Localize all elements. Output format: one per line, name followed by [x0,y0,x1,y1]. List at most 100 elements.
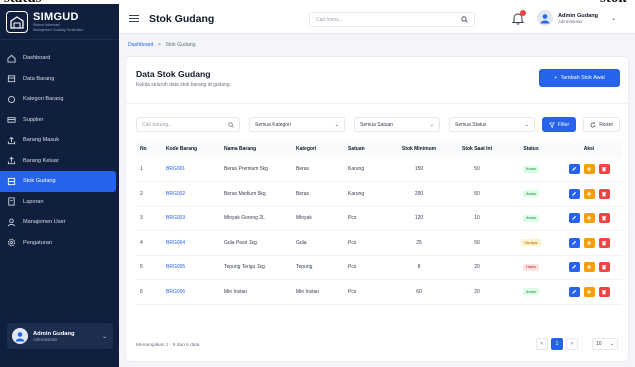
sidebar-item-dashboard[interactable]: Dashboard [0,48,116,69]
sidebar-item-laporan[interactable]: Laporan [0,192,116,213]
sidebar-user-role: Administrator [33,336,58,342]
sidebar-item-kategori-barang[interactable]: Kategori Barang [0,89,116,110]
column-header-kode[interactable]: Kode Barang [162,141,220,157]
adjust-stock-button[interactable] [583,188,595,199]
next-page-button[interactable]: > [566,338,578,350]
box-icon [7,75,16,83]
sidebar-item-pengaturan[interactable]: Pengaturan [0,233,116,254]
column-header-kategori[interactable]: Kategori [292,141,344,157]
sidebar-item-barang-masuk[interactable]: Barang Masuk [0,130,116,151]
cell-stok-saat-ini: 50 [474,239,480,246]
item-search-input[interactable]: Cari barang... [136,117,240,132]
trash-icon [601,265,607,270]
delete-button[interactable] [598,213,610,224]
cell-satuan: Pcs [348,215,357,222]
sidebar-item-label: Dashboard [23,55,51,62]
page-1-button[interactable]: 1 [551,338,563,350]
sidebar-item-stok-gudang[interactable]: Stok Gudang [0,171,116,192]
cell-stok-minimum: 8 [417,264,421,271]
pencil-icon [572,265,577,270]
chevron-down-icon[interactable]: ⌄ [102,333,107,340]
plus-icon [586,240,592,245]
cell-kode-link[interactable]: BRG002 [162,182,220,207]
pagination-info: Menampilkan 1 - 6 dari 6 data [136,343,200,348]
cell-stok-saat-ini: 20 [474,264,480,271]
sidebar-item-barang-keluar[interactable]: Barang Keluar [0,151,116,172]
cell-stok-minimum: 120 [414,215,424,222]
column-header-nama[interactable]: Nama Barang [220,141,292,157]
edit-button[interactable] [568,164,580,174]
edit-button[interactable] [568,213,580,224]
status-select-value: Semua Status [455,121,487,128]
cell-kode-link[interactable]: BRG001 [162,157,220,182]
edit-button[interactable] [568,286,580,297]
delete-button[interactable] [598,188,610,199]
trash-icon [601,216,607,221]
edit-button[interactable] [568,237,580,248]
status-select[interactable]: Semua Status ⌄ [449,117,535,132]
sidebar-item-data-barang[interactable]: Data Barang [0,69,116,90]
chevron-down-icon: ⌄ [429,121,434,128]
sidebar-item-label: Pengaturan [23,239,52,246]
brand[interactable]: SIMGUD Sistem Informasi Manajemen Gudang… [0,4,119,40]
sidebar-item-manajemen-user[interactable]: Manajemen User [0,212,116,233]
filter-icon [548,122,555,128]
filter-button[interactable]: Filter [542,117,576,132]
edit-button[interactable] [568,188,580,199]
cell-kode-link[interactable]: BRG005 [162,255,220,280]
cell-kategori: Gula [296,239,307,246]
delete-button[interactable] [598,164,610,174]
column-header-status[interactable]: Status [506,141,556,157]
adjust-stock-button[interactable] [583,237,595,248]
hamburger-menu-icon[interactable] [129,14,139,24]
satuan-select[interactable]: Semua Satuan ⌄ [354,117,440,132]
avatar [537,10,553,26]
adjust-stock-button[interactable] [583,262,595,273]
sidebar-item-supplier[interactable]: Supplier [0,110,116,131]
table-row: 6 BRG006 Mie Instan Mie Instan Pcs 60 20… [136,280,622,305]
delete-button[interactable] [598,237,610,248]
cell-kategori: Beras [296,190,310,197]
per-page-select[interactable]: 10 ⌄ [592,338,618,350]
column-header-stok-minimum[interactable]: Stok Minimum [390,141,448,157]
header-search-placeholder: Cari menu... [316,16,344,23]
kategori-select[interactable]: Semua Kategori ⌄ [249,117,345,132]
sidebar-nav: Dashboard Data Barang Kategori Barang Su… [0,40,119,253]
add-button-label: Tambah Stok Awal [560,75,605,81]
header-user-menu[interactable]: Admin Gudang Administrator ⌄ [537,10,616,26]
top-header: Stok Gudang Cari menu... Admin Gudang Ad… [119,4,635,34]
adjust-stock-button[interactable] [583,213,595,224]
column-header-stok-saat-ini[interactable]: Stok Saat Ini [448,141,506,157]
pencil-icon [572,216,577,221]
sidebar-item-label: Manajemen User [23,219,66,226]
plus-icon [586,191,592,196]
chevron-down-icon[interactable]: ⌄ [611,15,616,22]
prev-page-button[interactable]: < [536,338,548,350]
cell-no: 1 [140,166,143,172]
notification-badge [520,10,526,16]
column-header-no: No [140,146,147,152]
cell-nama: Minyak Goreng 2L [224,215,265,222]
avatar [12,328,28,344]
cell-no: 6 [140,288,143,295]
delete-button[interactable] [598,286,610,297]
cell-stok-saat-ini: 10 [474,215,480,222]
delete-button[interactable] [598,262,610,273]
plus-icon: + [554,75,558,81]
cell-kode-link[interactable]: BRG003 [162,206,220,231]
edit-button[interactable] [568,262,580,273]
sidebar-user-card[interactable]: Admin Gudang Administrator ⌄ [7,323,113,349]
adjust-stock-button[interactable] [583,286,595,297]
notification-bell-icon[interactable] [511,10,526,25]
cell-stok-saat-ini: 50 [474,190,480,197]
cell-kode-link[interactable]: BRG004 [162,231,220,256]
add-initial-stock-button[interactable]: + Tambah Stok Awal [539,69,620,87]
cell-kode-link[interactable]: BRG006 [162,280,220,305]
column-header-satuan[interactable]: Satuan [344,141,390,157]
reset-button[interactable]: Reset [583,117,620,132]
header-search-input[interactable]: Cari menu... [309,12,475,27]
adjust-stock-button[interactable] [583,164,595,174]
cell-satuan: Karung [348,166,365,172]
header-user-role: Administrator [558,18,583,24]
breadcrumb-dashboard-link[interactable]: Dashboard [128,42,153,48]
